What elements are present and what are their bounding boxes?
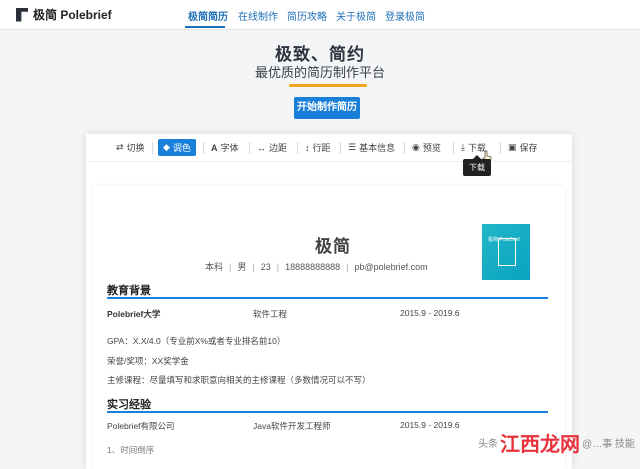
save-button[interactable]: ▣ 保存	[508, 139, 538, 156]
line-spacing-icon: ↕	[305, 142, 310, 153]
education-period[interactable]: 2015.9 - 2019.6	[400, 308, 460, 318]
color-label: 调色	[172, 143, 191, 153]
preview-label: 预览	[422, 143, 441, 153]
top-nav: 极简 Polebrief 极简简历 在线制作 简历攻略 关于极简 登录极简	[0, 0, 640, 30]
degree-text: 本科	[205, 262, 224, 272]
gender-text: 男	[237, 262, 247, 272]
email-text: pb@polebrief.com	[354, 262, 428, 272]
color-button[interactable]: ◆ 调色	[158, 139, 196, 156]
resume-preview: 极简 本科 | 男 | 23 | 18888888888 | pb@polebrief.com …	[93, 186, 565, 469]
editor-toolbar: ⇄ 切换 ◆ 调色 A 字体 ↔ 边距 ↕ 行距 ☰ 基本信息 ◉ 预览 ⤓ 下…	[86, 134, 572, 162]
logo-icon	[16, 7, 28, 22]
internship-detail[interactable]: 1、时间倒序	[107, 444, 154, 456]
toolbar-divider	[500, 142, 501, 154]
age-text: 23	[260, 262, 271, 272]
position-title[interactable]: Java软件开发工程师	[253, 420, 330, 432]
company-name[interactable]: Polebrief有限公司	[107, 420, 175, 432]
major[interactable]: 软件工程	[253, 308, 287, 320]
font-icon: A	[211, 142, 218, 153]
margin-icon: ↔	[257, 142, 266, 153]
list-icon: ☰	[348, 142, 357, 152]
logo-text: 极简 Polebrief	[33, 8, 112, 22]
toolbar-divider	[249, 142, 250, 154]
margin-label: 边距	[269, 143, 288, 153]
gpa-line[interactable]: GPA：X.X/4.0（专业前X%或者专业排名前10）	[107, 335, 285, 347]
watermark: 头条 江西龙网 @…事 技能	[478, 428, 635, 457]
switch-label: 切换	[126, 143, 145, 153]
font-label: 字体	[220, 143, 239, 153]
toolbar-divider	[297, 142, 298, 154]
school-name[interactable]: Polebrief大学	[107, 308, 160, 320]
section-divider	[107, 411, 548, 413]
courses-line[interactable]: 主修课程：尽量填写和求职意向相关的主修课程（多数情况可以不写）	[107, 374, 371, 386]
honors-line[interactable]: 荣誉/奖项：XX奖学金	[107, 355, 189, 367]
logo[interactable]: 极简 Polebrief	[16, 6, 112, 23]
basic-info-label: 基本信息	[359, 143, 396, 153]
line-spacing-button[interactable]: ↕ 行距	[305, 139, 331, 156]
internship-section-title: 实习经验	[107, 399, 151, 411]
basic-info-button[interactable]: ☰ 基本信息	[348, 139, 395, 156]
nav-item-about[interactable]: 关于极简	[336, 8, 376, 23]
resume-contact[interactable]: 本科 | 男 | 23 | 18888888888 | pb@polebrief.com	[205, 260, 428, 273]
watermark-suffix: @…事 技能	[582, 439, 635, 450]
swap-icon: ⇄	[116, 142, 124, 152]
font-button[interactable]: A 字体	[211, 139, 239, 156]
line-spacing-label: 行距	[312, 143, 331, 153]
hero-divider	[289, 84, 367, 87]
toolbar-divider	[340, 142, 341, 154]
margin-button[interactable]: ↔ 边距	[257, 139, 287, 156]
toolbar-divider	[453, 142, 454, 154]
resume-photo[interactable]: 极简 PoleBrief	[482, 224, 530, 280]
switch-button[interactable]: ⇄ 切换	[116, 139, 145, 156]
download-icon: ⤓	[461, 142, 465, 152]
start-create-button[interactable]: 开始制作简历	[294, 97, 360, 119]
internship-period[interactable]: 2015.9 - 2019.6	[400, 420, 460, 430]
section-divider	[107, 297, 548, 299]
hero-subtitle: 最优质的简历制作平台	[254, 65, 385, 80]
phone-text: 18888888888	[285, 262, 341, 272]
palette-icon: ◆	[163, 142, 170, 152]
eye-icon: ◉	[412, 142, 420, 152]
education-section-title: 教育背景	[107, 285, 151, 297]
resume-editor: ⇄ 切换 ◆ 调色 A 字体 ↔ 边距 ↕ 行距 ☰ 基本信息 ◉ 预览 ⤓ 下…	[86, 134, 572, 469]
nav-item-home[interactable]: 极简简历	[188, 8, 228, 23]
toolbar-divider	[404, 142, 405, 154]
toolbar-divider	[203, 142, 204, 154]
nav-item-online-create[interactable]: 在线制作	[238, 8, 278, 23]
active-nav-indicator	[185, 26, 225, 28]
watermark-prefix: 头条	[478, 439, 498, 450]
watermark-brand: 江西龙网	[500, 432, 580, 456]
preview-button[interactable]: ◉ 预览	[412, 139, 441, 156]
save-icon: ▣	[508, 142, 517, 152]
save-label: 保存	[519, 143, 538, 153]
door-icon	[498, 238, 516, 266]
nav-item-login[interactable]: 登录极简	[385, 8, 425, 23]
download-tooltip: 下载	[463, 155, 491, 176]
nav-item-guide[interactable]: 简历攻略	[287, 8, 327, 23]
toolbar-divider	[152, 142, 153, 154]
